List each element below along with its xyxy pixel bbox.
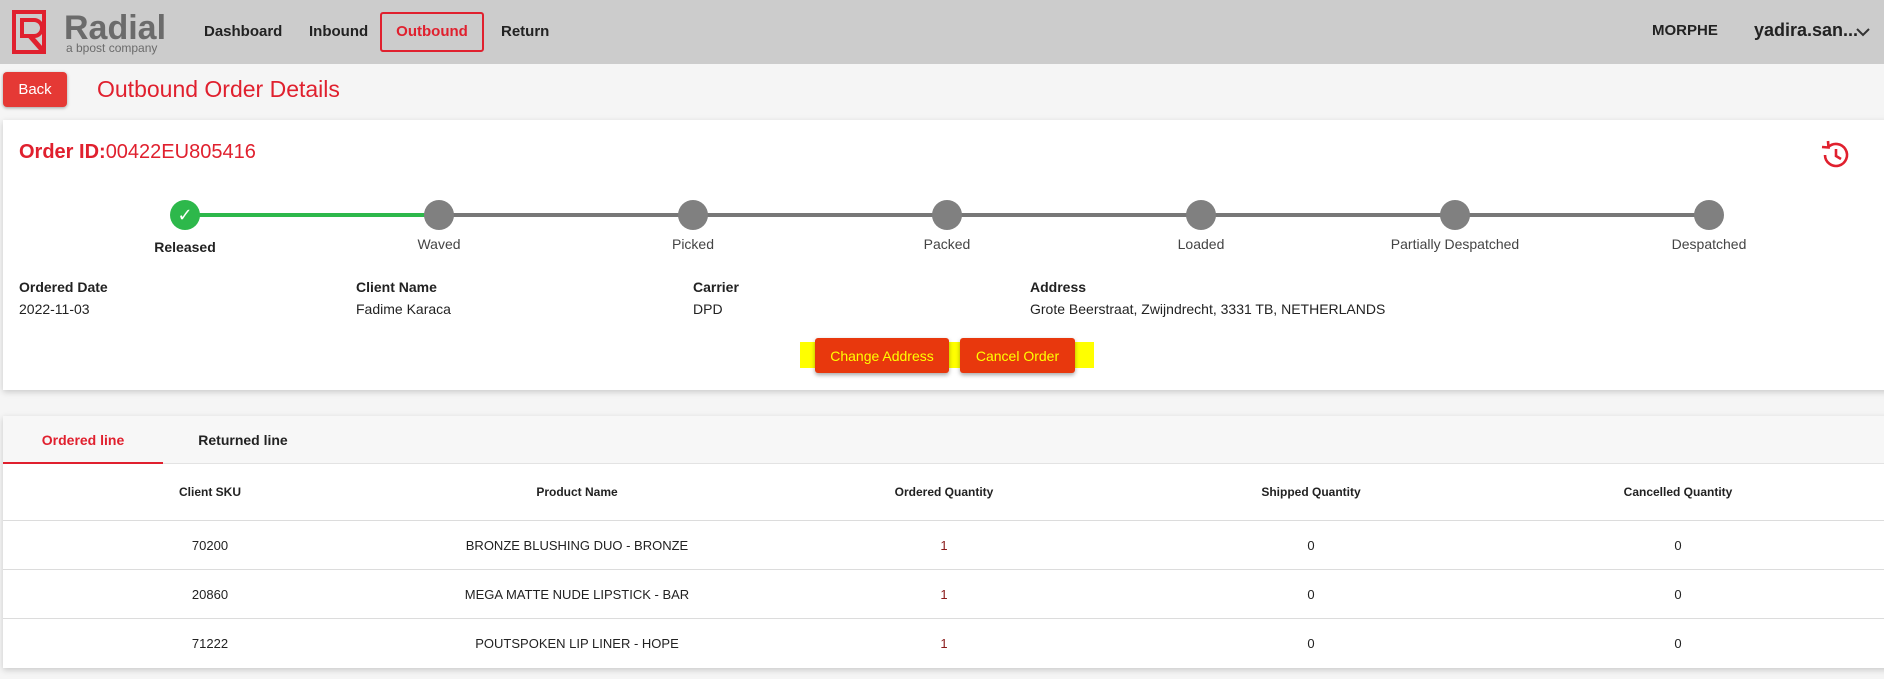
cell-client-sku: 71222 <box>191 636 229 651</box>
col-header-product-name: Product Name <box>536 485 618 499</box>
tab-ordered-line[interactable]: Ordered line <box>3 416 163 464</box>
cell-product-name: MEGA MATTE NUDE LIPSTICK - BAR <box>464 587 690 602</box>
change-address-button[interactable]: Change Address <box>815 338 949 373</box>
radial-logo-icon <box>12 10 46 54</box>
cell-cancelled-quantity: 0 <box>1674 587 1682 602</box>
step-packed-dot <box>932 200 962 230</box>
carrier-value: DPD <box>693 301 723 317</box>
col-header-shipped-quantity: Shipped Quantity <box>1261 485 1361 499</box>
client-name-value: Fadime Karaca <box>356 301 451 317</box>
cell-cancelled-quantity: 0 <box>1674 538 1682 553</box>
progress-track-completed <box>185 213 439 217</box>
client-selector[interactable]: MORPHE <box>1652 22 1718 39</box>
ordered-date-value: 2022-11-03 <box>19 301 90 317</box>
cancel-order-button[interactable]: Cancel Order <box>960 338 1075 373</box>
step-partially-despatched-label: Partially Despatched <box>1390 236 1520 252</box>
cell-client-sku: 20860 <box>191 587 229 602</box>
step-packed-label: Packed <box>923 236 971 252</box>
col-header-client-sku: Client SKU <box>178 485 242 499</box>
carrier-label: Carrier <box>693 279 739 295</box>
step-loaded-dot <box>1186 200 1216 230</box>
step-picked-label: Picked <box>671 236 715 252</box>
table-row: 70200 BRONZE BLUSHING DUO - BRONZE 1 0 0 <box>3 520 1884 569</box>
order-id-label: Order ID: <box>19 141 106 163</box>
cell-client-sku: 70200 <box>191 538 229 553</box>
cell-ordered-quantity: 1 <box>940 587 948 602</box>
brand-tagline: a bpost company <box>66 41 158 55</box>
nav-inbound[interactable]: Inbound <box>295 12 382 52</box>
cell-product-name: BRONZE BLUSHING DUO - BRONZE <box>465 538 689 553</box>
cell-shipped-quantity: 0 <box>1307 587 1315 602</box>
step-despatched-label: Despatched <box>1671 236 1747 252</box>
step-waved-label: Waved <box>417 236 461 252</box>
history-icon[interactable] <box>1818 138 1852 172</box>
order-details-card: Order ID:00422EU805416 ✓ Released Waved … <box>3 120 1884 390</box>
cell-ordered-quantity: 1 <box>940 636 948 651</box>
cell-shipped-quantity: 0 <box>1307 538 1315 553</box>
order-id: Order ID:00422EU805416 <box>19 141 256 164</box>
cell-ordered-quantity: 1 <box>940 538 948 553</box>
order-lines-panel: Ordered line Returned line Client SKU Pr… <box>3 416 1884 668</box>
cell-product-name: POUTSPOKEN LIP LINER - HOPE <box>475 636 679 651</box>
cell-shipped-quantity: 0 <box>1307 636 1315 651</box>
col-header-ordered-quantity: Ordered Quantity <box>894 485 994 499</box>
step-partially-despatched-dot <box>1440 200 1470 230</box>
nav-dashboard[interactable]: Dashboard <box>190 12 296 52</box>
ordered-date-label: Ordered Date <box>19 279 108 295</box>
user-menu[interactable]: yadira.san... <box>1754 20 1858 41</box>
step-released-dot: ✓ <box>170 200 200 230</box>
tab-returned-line[interactable]: Returned line <box>163 416 323 464</box>
address-value: Grote Beerstraat, Zwijndrecht, 3331 TB, … <box>1030 301 1386 317</box>
step-picked-dot <box>678 200 708 230</box>
page-title: Outbound Order Details <box>97 76 340 102</box>
order-id-value: 00422EU805416 <box>105 141 256 163</box>
radial-logo[interactable]: Radial a bpost company <box>12 10 166 55</box>
cell-cancelled-quantity: 0 <box>1674 636 1682 651</box>
chevron-down-icon[interactable] <box>1854 23 1872 41</box>
step-loaded-label: Loaded <box>1177 236 1225 252</box>
address-label: Address <box>1030 279 1087 295</box>
top-navigation-bar: Radial a bpost company Dashboard Inbound… <box>0 0 1884 64</box>
col-header-cancelled-quantity: Cancelled Quantity <box>1623 485 1733 499</box>
order-lines-tabs: Ordered line Returned line <box>3 416 1884 464</box>
table-row: 20860 MEGA MATTE NUDE LIPSTICK - BAR 1 0… <box>3 569 1884 618</box>
back-button[interactable]: Back <box>3 72 67 107</box>
step-released-label: Released <box>154 239 216 255</box>
table-row: 71222 POUTSPOKEN LIP LINER - HOPE 1 0 0 <box>3 618 1884 667</box>
step-waved-dot <box>424 200 454 230</box>
client-name-label: Client Name <box>356 279 437 295</box>
nav-return[interactable]: Return <box>487 12 563 52</box>
step-despatched-dot <box>1694 200 1724 230</box>
nav-outbound[interactable]: Outbound <box>380 12 484 52</box>
